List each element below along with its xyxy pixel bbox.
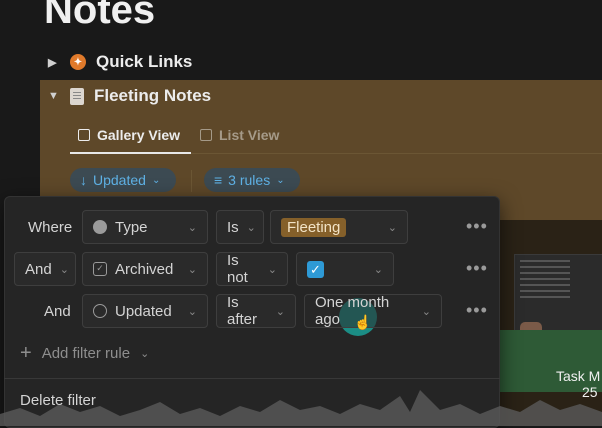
delete-filter-button[interactable]: Delete filter — [20, 392, 96, 409]
fleeting-tag: Fleeting — [281, 217, 347, 237]
select-property-icon — [93, 220, 107, 234]
filter-row-3-property-label: Updated — [115, 302, 172, 320]
add-filter-rule-button[interactable]: + Add filter rule ⌄ — [20, 342, 149, 365]
filter-row-1-operator-label: Is — [227, 218, 239, 236]
fleeting-notes-label: Fleeting Notes — [94, 86, 212, 105]
filter-row-3-conjunction: And — [44, 303, 71, 320]
triangle-down-icon[interactable]: ▼ — [48, 90, 60, 102]
pill-separator — [191, 170, 192, 192]
chevron-down-icon: ⌄ — [267, 263, 277, 276]
filter-row-1-property-label: Type — [115, 218, 148, 236]
document-icon — [70, 87, 84, 105]
checkmark-icon[interactable]: ✓ — [307, 260, 324, 278]
chevron-down-icon: ⌄ — [246, 221, 256, 234]
filter-row-3-operator-label: Is after — [227, 294, 258, 328]
chevron-down-icon: ⌄ — [59, 263, 69, 276]
filter-row-2-property-label: Archived — [115, 260, 174, 278]
chevron-down-icon: ⌄ — [187, 305, 197, 318]
filter-row-2-property[interactable]: ✓ Archived ⌄ — [82, 252, 208, 286]
tab-divider — [191, 153, 602, 154]
chevron-down-icon: ⌄ — [140, 348, 150, 360]
quick-links-label: Quick Links — [96, 52, 193, 71]
clock-icon — [93, 304, 107, 318]
chevron-down-icon: ⌄ — [187, 221, 197, 234]
page-title: Notes — [44, 0, 156, 32]
filter-row-1-value[interactable]: Fleeting ⌄ — [270, 210, 408, 244]
toggle-fleeting-notes[interactable]: ▼ Fleeting Notes — [48, 82, 211, 110]
filter-row-2-more-button[interactable]: ••• — [466, 258, 488, 279]
filter-row-1-conjunction: Where — [28, 219, 73, 236]
sort-pill-label: Updated — [93, 172, 146, 188]
thumbnail-content — [520, 260, 570, 300]
tab-gallery-view[interactable]: Gallery View — [78, 122, 180, 148]
tab-gallery-label: Gallery View — [97, 127, 181, 143]
active-tab-indicator — [70, 152, 191, 154]
filter-row-3-value[interactable]: One month ago ⌄ — [304, 294, 442, 328]
filter-row-1-property[interactable]: Type ⌄ — [82, 210, 208, 244]
hand-pointer-icon: ☝ — [354, 314, 372, 330]
chevron-down-icon: ⌄ — [187, 263, 197, 276]
filter-rules-pill[interactable]: ≡ 3 rules ⌄ — [204, 168, 300, 192]
filter-row-2-conjunction[interactable]: And ⌄ — [14, 252, 76, 286]
tab-list-view[interactable]: List View — [200, 122, 279, 148]
filter-row-2-operator[interactable]: Is not ⌄ — [216, 252, 288, 286]
plus-icon: + — [20, 342, 32, 364]
filter-row-1-operator[interactable]: Is ⌄ — [216, 210, 264, 244]
sort-pill[interactable]: ↓ Updated ⌄ — [70, 168, 176, 192]
list-icon — [200, 129, 212, 141]
chevron-down-icon: ⌄ — [276, 174, 285, 186]
filter-row-2-value[interactable]: ✓ ⌄ — [296, 252, 394, 286]
chevron-down-icon: ⌄ — [373, 263, 383, 276]
chevron-down-icon: ⌄ — [421, 305, 431, 318]
grid-icon — [78, 129, 90, 141]
filter-row-1-more-button[interactable]: ••• — [466, 216, 488, 237]
filter-row-3-more-button[interactable]: ••• — [466, 300, 488, 321]
filter-row-2-conjunction-label: And — [25, 260, 52, 278]
compass-icon: ✦ — [70, 54, 86, 70]
panel-divider — [4, 378, 500, 379]
filter-row-3-property[interactable]: Updated ⌄ — [82, 294, 208, 328]
arrow-down-icon: ↓ — [80, 172, 87, 188]
filter-rules-label: 3 rules — [228, 172, 271, 188]
toggle-quick-links[interactable]: ▶ ✦ Quick Links — [48, 48, 192, 76]
tab-list-label: List View — [219, 127, 280, 143]
chevron-down-icon: ⌄ — [275, 305, 285, 318]
triangle-right-icon[interactable]: ▶ — [48, 56, 60, 69]
card-title: Task M — [556, 368, 601, 384]
add-filter-rule-label: Add filter rule — [41, 345, 131, 362]
checkbox-property-icon: ✓ — [93, 262, 107, 276]
filter-row-3-operator[interactable]: Is after ⌄ — [216, 294, 296, 328]
filter-icon: ≡ — [214, 172, 223, 188]
filter-row-2-operator-label: Is not — [227, 252, 248, 286]
chevron-down-icon: ⌄ — [387, 221, 397, 234]
chevron-down-icon: ⌄ — [151, 174, 161, 186]
